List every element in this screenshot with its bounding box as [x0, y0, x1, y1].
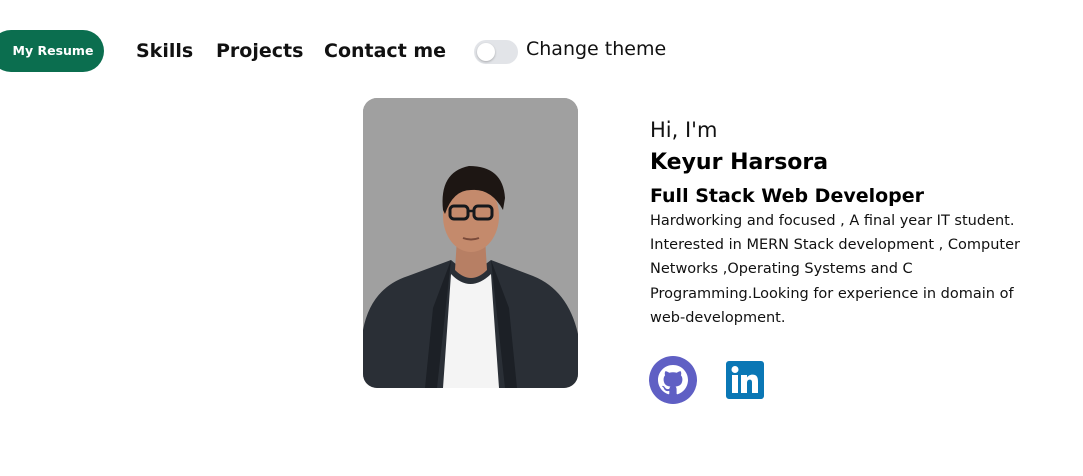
linkedin-icon — [726, 361, 764, 399]
top-nav: My Resume Skills Projects Contact me Cha… — [0, 0, 1083, 95]
toggle-knob — [477, 43, 495, 61]
profile-photo-illustration — [363, 98, 578, 388]
developer-role: Full Stack Web Developer — [650, 185, 925, 207]
nav-link-projects[interactable]: Projects — [216, 40, 303, 62]
github-icon — [649, 356, 697, 404]
greeting-text: Hi, I'm — [650, 118, 718, 142]
developer-name: Keyur Harsora — [650, 150, 829, 175]
theme-toggle-label: Change theme — [526, 38, 667, 60]
intro-section: Hi, I'm Keyur Harsora Full Stack Web Dev… — [650, 116, 1030, 330]
nav-link-skills[interactable]: Skills — [136, 40, 193, 62]
theme-toggle[interactable] — [474, 40, 518, 64]
bio-text: Hardworking and focused , A final year I… — [650, 213, 1020, 326]
linkedin-link[interactable] — [726, 361, 764, 399]
github-link[interactable] — [649, 356, 697, 404]
my-resume-button[interactable]: My Resume — [0, 30, 104, 72]
profile-photo — [363, 98, 578, 388]
nav-link-contact-me[interactable]: Contact me — [324, 40, 446, 62]
